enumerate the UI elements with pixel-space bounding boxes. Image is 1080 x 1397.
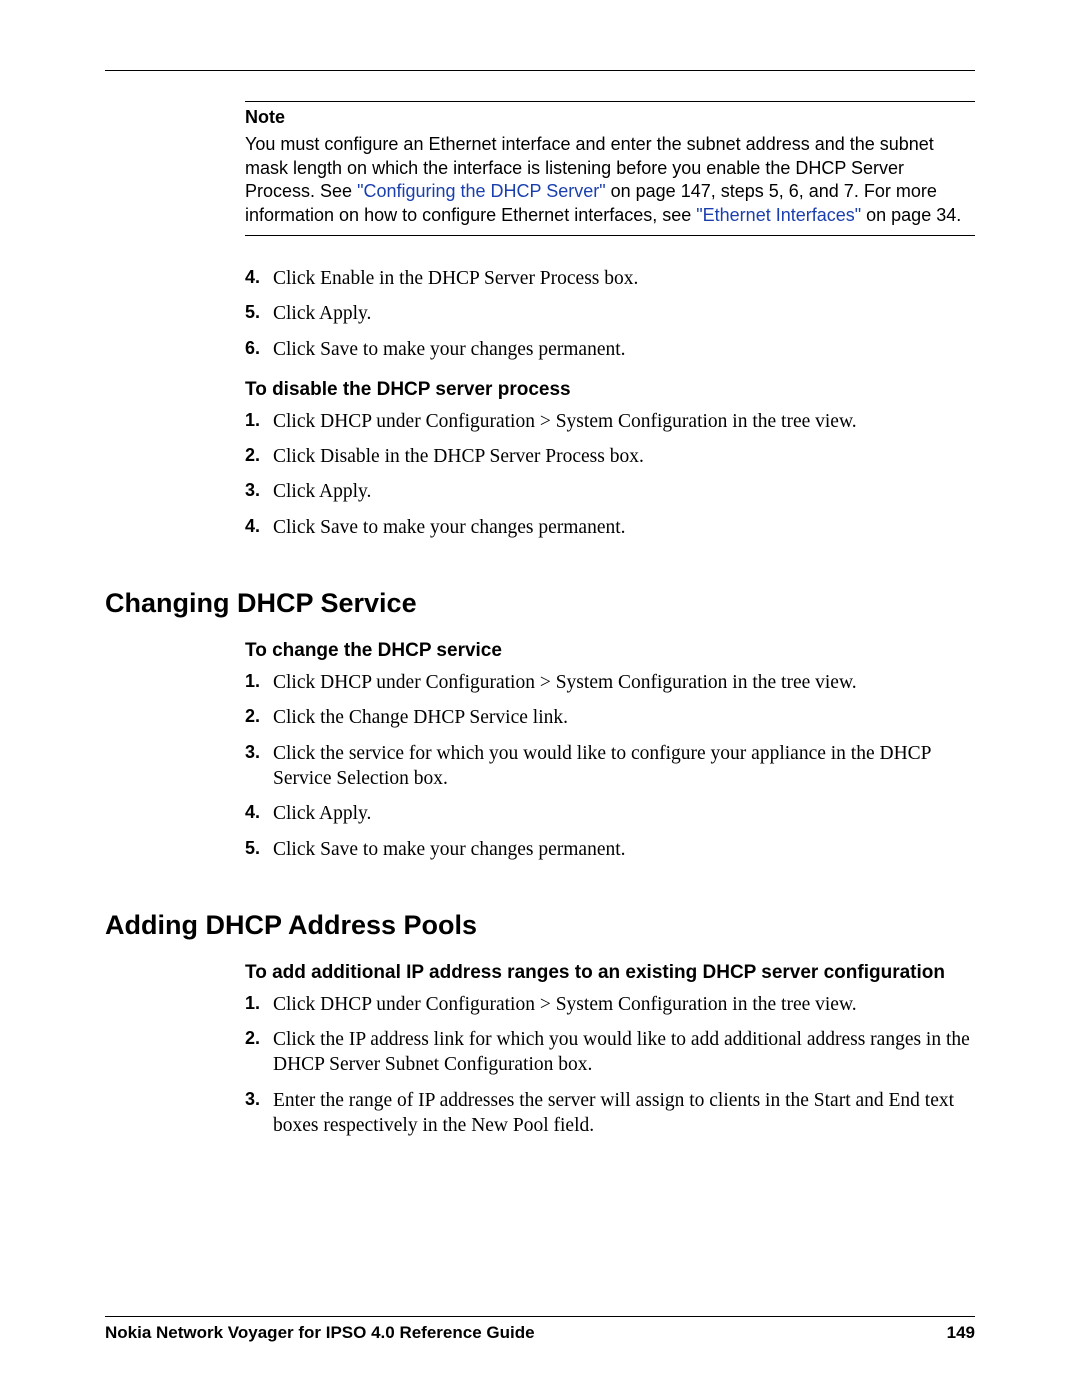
link-configuring-dhcp-server[interactable]: "Configuring the DHCP Server" bbox=[357, 181, 606, 201]
step-item: 4.Click Save to make your changes perman… bbox=[245, 515, 975, 540]
step-text: Click DHCP under Configuration > System … bbox=[273, 409, 857, 434]
step-item: 3.Enter the range of IP addresses the se… bbox=[245, 1088, 975, 1139]
step-item: 1.Click DHCP under Configuration > Syste… bbox=[245, 992, 975, 1017]
subhead-disable-process: To disable the DHCP server process bbox=[245, 378, 975, 403]
step-text: Click Disable in the DHCP Server Process… bbox=[273, 444, 644, 469]
footer-row: Nokia Network Voyager for IPSO 4.0 Refer… bbox=[105, 1323, 975, 1343]
note-block: Note You must configure an Ethernet inte… bbox=[245, 101, 975, 236]
page: Note You must configure an Ethernet inte… bbox=[0, 0, 1080, 1397]
note-text-3: on page 34. bbox=[861, 205, 961, 225]
step-number: 3. bbox=[245, 741, 273, 764]
step-number: 5. bbox=[245, 301, 273, 324]
note-header: Note bbox=[245, 106, 975, 129]
step-item: 3.Click the service for which you would … bbox=[245, 741, 975, 792]
step-number: 4. bbox=[245, 266, 273, 289]
top-rule bbox=[105, 70, 975, 71]
link-ethernet-interfaces[interactable]: "Ethernet Interfaces" bbox=[696, 205, 861, 225]
steps-add: 1.Click DHCP under Configuration > Syste… bbox=[245, 992, 975, 1139]
steps-continuation: 4.Click Enable in the DHCP Server Proces… bbox=[245, 266, 975, 362]
step-item: 1.Click DHCP under Configuration > Syste… bbox=[245, 409, 975, 434]
main-content: Note You must configure an Ethernet inte… bbox=[245, 101, 975, 1138]
step-number: 1. bbox=[245, 670, 273, 693]
step-item: 2.Click Disable in the DHCP Server Proce… bbox=[245, 444, 975, 469]
step-text: Click Save to make your changes permanen… bbox=[273, 837, 626, 862]
step-item: 5.Click Apply. bbox=[245, 301, 975, 326]
step-text: Click the IP address link for which you … bbox=[273, 1027, 975, 1078]
step-text: Click Enable in the DHCP Server Process … bbox=[273, 266, 638, 291]
step-number: 2. bbox=[245, 1027, 273, 1050]
steps-change: 1.Click DHCP under Configuration > Syste… bbox=[245, 670, 975, 862]
step-text: Click Save to make your changes permanen… bbox=[273, 515, 626, 540]
heading-changing-dhcp-service: Changing DHCP Service bbox=[105, 586, 975, 621]
step-text: Enter the range of IP addresses the serv… bbox=[273, 1088, 975, 1139]
step-number: 1. bbox=[245, 409, 273, 432]
step-text: Click Apply. bbox=[273, 301, 371, 326]
step-text: Click the service for which you would li… bbox=[273, 741, 975, 792]
step-item: 3.Click Apply. bbox=[245, 479, 975, 504]
step-text: Click Save to make your changes permanen… bbox=[273, 337, 626, 362]
step-number: 4. bbox=[245, 801, 273, 824]
step-number: 3. bbox=[245, 1088, 273, 1111]
step-text: Click Apply. bbox=[273, 479, 371, 504]
step-item: 6.Click Save to make your changes perman… bbox=[245, 337, 975, 362]
step-number: 4. bbox=[245, 515, 273, 538]
note-body: You must configure an Ethernet interface… bbox=[245, 133, 975, 227]
step-text: Click Apply. bbox=[273, 801, 371, 826]
step-item: 1.Click DHCP under Configuration > Syste… bbox=[245, 670, 975, 695]
step-text: Click the Change DHCP Service link. bbox=[273, 705, 568, 730]
step-number: 2. bbox=[245, 444, 273, 467]
step-number: 1. bbox=[245, 992, 273, 1015]
step-item: 4.Click Apply. bbox=[245, 801, 975, 826]
footer-title: Nokia Network Voyager for IPSO 4.0 Refer… bbox=[105, 1323, 535, 1343]
step-item: 2.Click the IP address link for which yo… bbox=[245, 1027, 975, 1078]
step-item: 2.Click the Change DHCP Service link. bbox=[245, 705, 975, 730]
footer-rule bbox=[105, 1316, 975, 1317]
steps-disable: 1.Click DHCP under Configuration > Syste… bbox=[245, 409, 975, 540]
step-item: 4.Click Enable in the DHCP Server Proces… bbox=[245, 266, 975, 291]
subhead-add-ranges: To add additional IP address ranges to a… bbox=[245, 961, 975, 986]
heading-adding-dhcp-address-pools: Adding DHCP Address Pools bbox=[105, 908, 975, 943]
step-text: Click DHCP under Configuration > System … bbox=[273, 992, 857, 1017]
subhead-change-service: To change the DHCP service bbox=[245, 639, 975, 664]
step-text: Click DHCP under Configuration > System … bbox=[273, 670, 857, 695]
footer-page-number: 149 bbox=[947, 1323, 975, 1343]
step-number: 6. bbox=[245, 337, 273, 360]
step-item: 5.Click Save to make your changes perman… bbox=[245, 837, 975, 862]
step-number: 2. bbox=[245, 705, 273, 728]
page-footer: Nokia Network Voyager for IPSO 4.0 Refer… bbox=[105, 1316, 975, 1343]
step-number: 5. bbox=[245, 837, 273, 860]
step-number: 3. bbox=[245, 479, 273, 502]
